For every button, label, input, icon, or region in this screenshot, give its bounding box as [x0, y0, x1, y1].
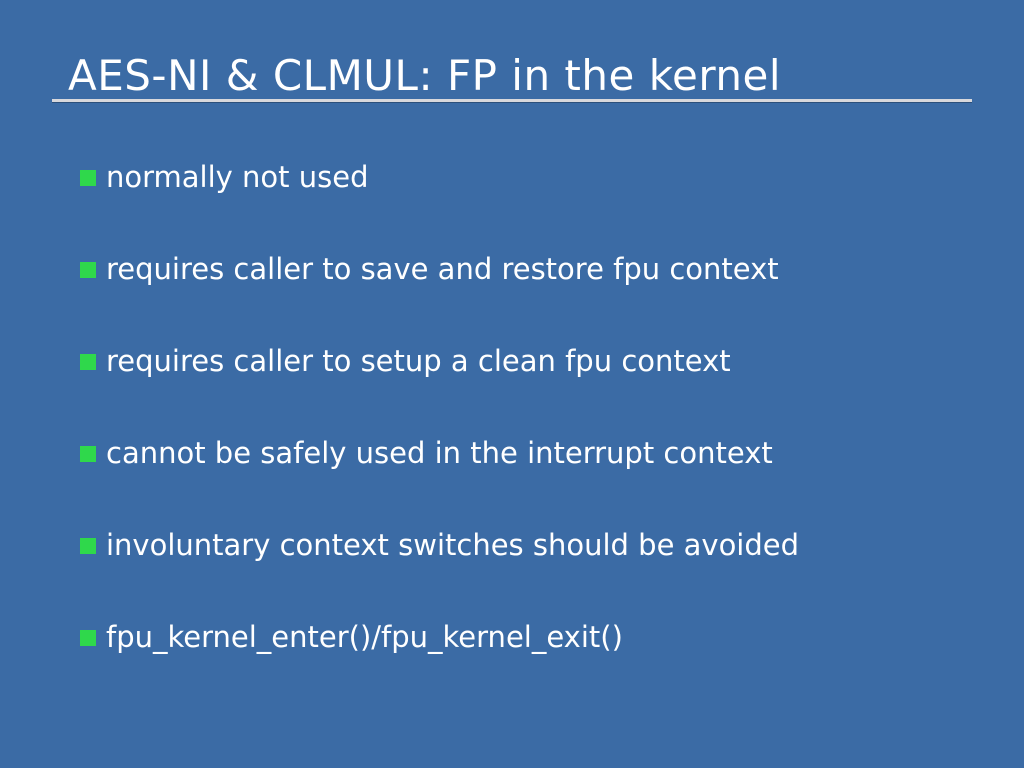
bullet-item: cannot be safely used in the interrupt c… — [80, 433, 980, 473]
green-square-bullet-icon — [80, 354, 96, 370]
bullet-text: involuntary context switches should be a… — [106, 528, 800, 562]
green-square-bullet-icon — [80, 538, 96, 554]
bullet-text: fpu_kernel_enter()/fpu_kernel_exit() — [106, 620, 623, 654]
bullet-item: normally not used — [80, 157, 980, 197]
bullet-item: fpu_kernel_enter()/fpu_kernel_exit() — [80, 617, 980, 657]
green-square-bullet-icon — [80, 170, 96, 186]
bullet-item: requires caller to setup a clean fpu con… — [80, 341, 980, 381]
bullet-item: involuntary context switches should be a… — [80, 525, 980, 565]
bullet-text: normally not used — [106, 160, 369, 194]
green-square-bullet-icon — [80, 446, 96, 462]
slide-title: AES-NI & CLMUL: FP in the kernel — [68, 51, 782, 100]
slide: AES-NI & CLMUL: FP in the kernel normall… — [0, 0, 1024, 768]
bullet-text: cannot be safely used in the interrupt c… — [106, 436, 773, 470]
bullet-text: requires caller to save and restore fpu … — [106, 252, 779, 286]
bullet-item: requires caller to save and restore fpu … — [80, 249, 980, 289]
title-underline — [52, 99, 972, 102]
bullet-text: requires caller to setup a clean fpu con… — [106, 344, 731, 378]
green-square-bullet-icon — [80, 630, 96, 646]
green-square-bullet-icon — [80, 262, 96, 278]
